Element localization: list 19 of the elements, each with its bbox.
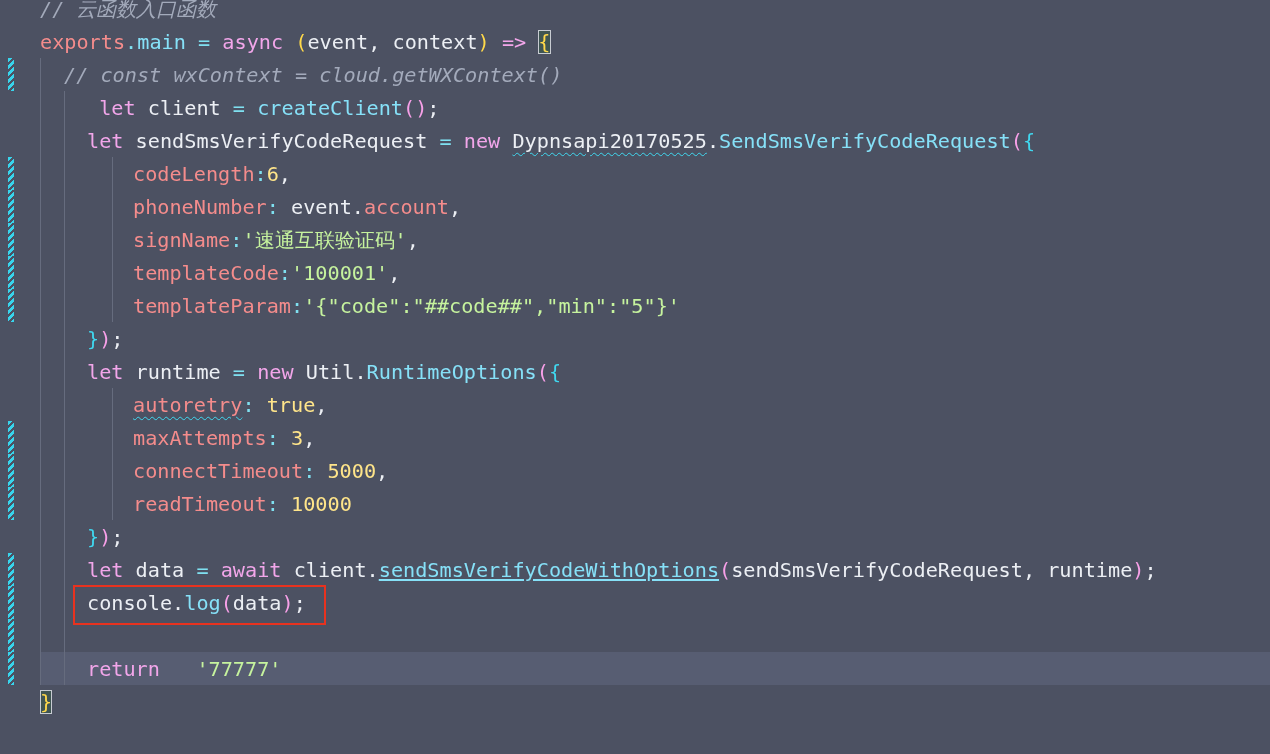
code-line: exports.main = async (event, context) => { [40,29,551,54]
code-line: console.log(data); [87,590,306,615]
code-line: codeLength:6, [133,161,291,186]
code-line: let data = await client.sendSmsVerifyCodeWithOptions(sendSmsVerifyCodeRequest, runtime); [87,557,1157,582]
code-line: readTimeout: 10000 [133,491,352,516]
code-line: templateParam:'{"code":"##code##","min":"5"}' [133,293,680,318]
code-line: phoneNumber: event.account, [133,194,462,219]
code-line: let client = createClient(); [98,95,440,120]
code-line: let runtime = new Util.RuntimeOptions({ [87,359,562,384]
code-line: autoretry: true, [133,392,328,417]
code-line: }); [87,326,124,351]
code-line: connectTimeout: 5000, [133,458,389,483]
code-line: }); [87,524,124,549]
code-line: return '77777' [87,656,282,681]
code-comment: // const wxContext = cloud.getWXContext() [64,62,563,87]
code-line: let sendSmsVerifyCodeRequest = new Dypnsapi20170525.SendSmsVerifyCodeRequest({ [87,128,1036,153]
code-line: signName:'速通互联验证码', [133,227,419,252]
code-line: templateCode:'100001', [133,260,401,285]
code-line: maxAttempts: 3, [133,425,316,450]
